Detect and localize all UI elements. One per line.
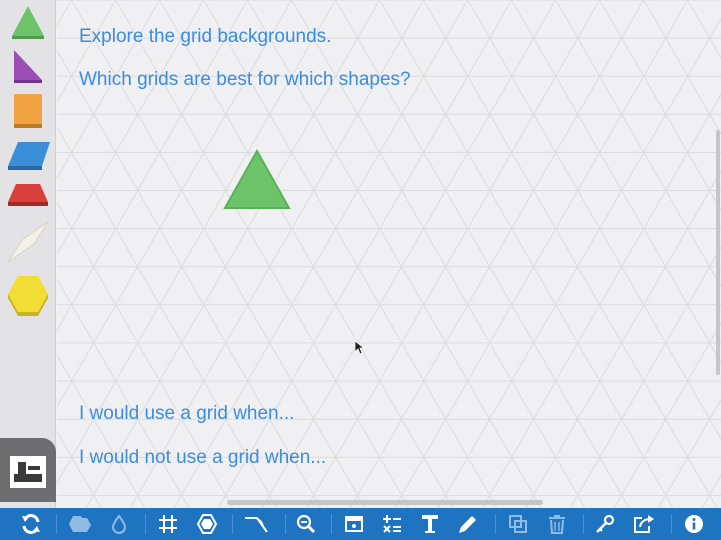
- grid-icon: [158, 514, 178, 534]
- right-triangle-shape-button[interactable]: [4, 46, 52, 88]
- bottom-toolbar: [0, 508, 721, 540]
- text-button[interactable]: [418, 508, 442, 540]
- hexagon-grid-button[interactable]: [194, 508, 220, 540]
- trapezoid-shape-button[interactable]: [4, 178, 52, 220]
- pencil-icon: [458, 514, 478, 534]
- shapes-button[interactable]: [66, 508, 94, 540]
- fill-icon: [111, 514, 127, 534]
- link-icon: [595, 514, 615, 534]
- grid-button[interactable]: [156, 508, 180, 540]
- math-icon: [382, 514, 402, 534]
- horizontal-scrollbar[interactable]: [227, 500, 543, 505]
- share-button[interactable]: [631, 508, 657, 540]
- workspace-canvas[interactable]: Explore the grid backgrounds. Which grid…: [57, 0, 721, 508]
- refresh-icon: [20, 513, 42, 535]
- shape-palette: [0, 0, 56, 508]
- hide-button[interactable]: [342, 508, 366, 540]
- mouse-cursor: [355, 341, 365, 355]
- prompt-line-1: Explore the grid backgrounds.: [79, 26, 332, 47]
- square-shape-button[interactable]: [4, 90, 52, 132]
- zoom-out-button[interactable]: [294, 508, 318, 540]
- stamp-icon: [10, 456, 46, 493]
- stamp-button[interactable]: [0, 438, 56, 502]
- vertical-scrollbar[interactable]: [716, 130, 720, 375]
- hexagon-shape-button[interactable]: [4, 272, 52, 316]
- duplicate-button[interactable]: [506, 508, 530, 540]
- text-icon: [421, 514, 439, 534]
- hide-icon: [344, 514, 364, 534]
- info-button[interactable]: [682, 508, 706, 540]
- sentence-use: I would use a grid when...: [79, 403, 295, 424]
- placed-triangle-shape[interactable]: [221, 148, 293, 212]
- delete-button[interactable]: [545, 508, 569, 540]
- duplicate-icon: [508, 514, 528, 534]
- share-icon: [633, 514, 655, 534]
- link-button[interactable]: [593, 508, 617, 540]
- math-button[interactable]: [380, 508, 404, 540]
- delete-icon: [548, 514, 566, 534]
- zoom-out-icon: [296, 514, 316, 534]
- rhombus-shape-button[interactable]: [4, 218, 52, 263]
- info-icon: [684, 514, 704, 534]
- prompt-line-2: Which grids are best for which shapes?: [79, 69, 411, 90]
- triangle-shape-button[interactable]: [4, 2, 52, 44]
- hexagon-grid-icon: [196, 513, 218, 535]
- refresh-button[interactable]: [18, 508, 44, 540]
- sentence-not-use: I would not use a grid when...: [79, 447, 327, 468]
- angle-icon: [243, 514, 271, 534]
- angle-button[interactable]: [242, 508, 272, 540]
- parallelogram-shape-button[interactable]: [4, 136, 52, 178]
- pencil-button[interactable]: [456, 508, 480, 540]
- fill-button[interactable]: [108, 508, 130, 540]
- shapes-icon: [67, 514, 93, 534]
